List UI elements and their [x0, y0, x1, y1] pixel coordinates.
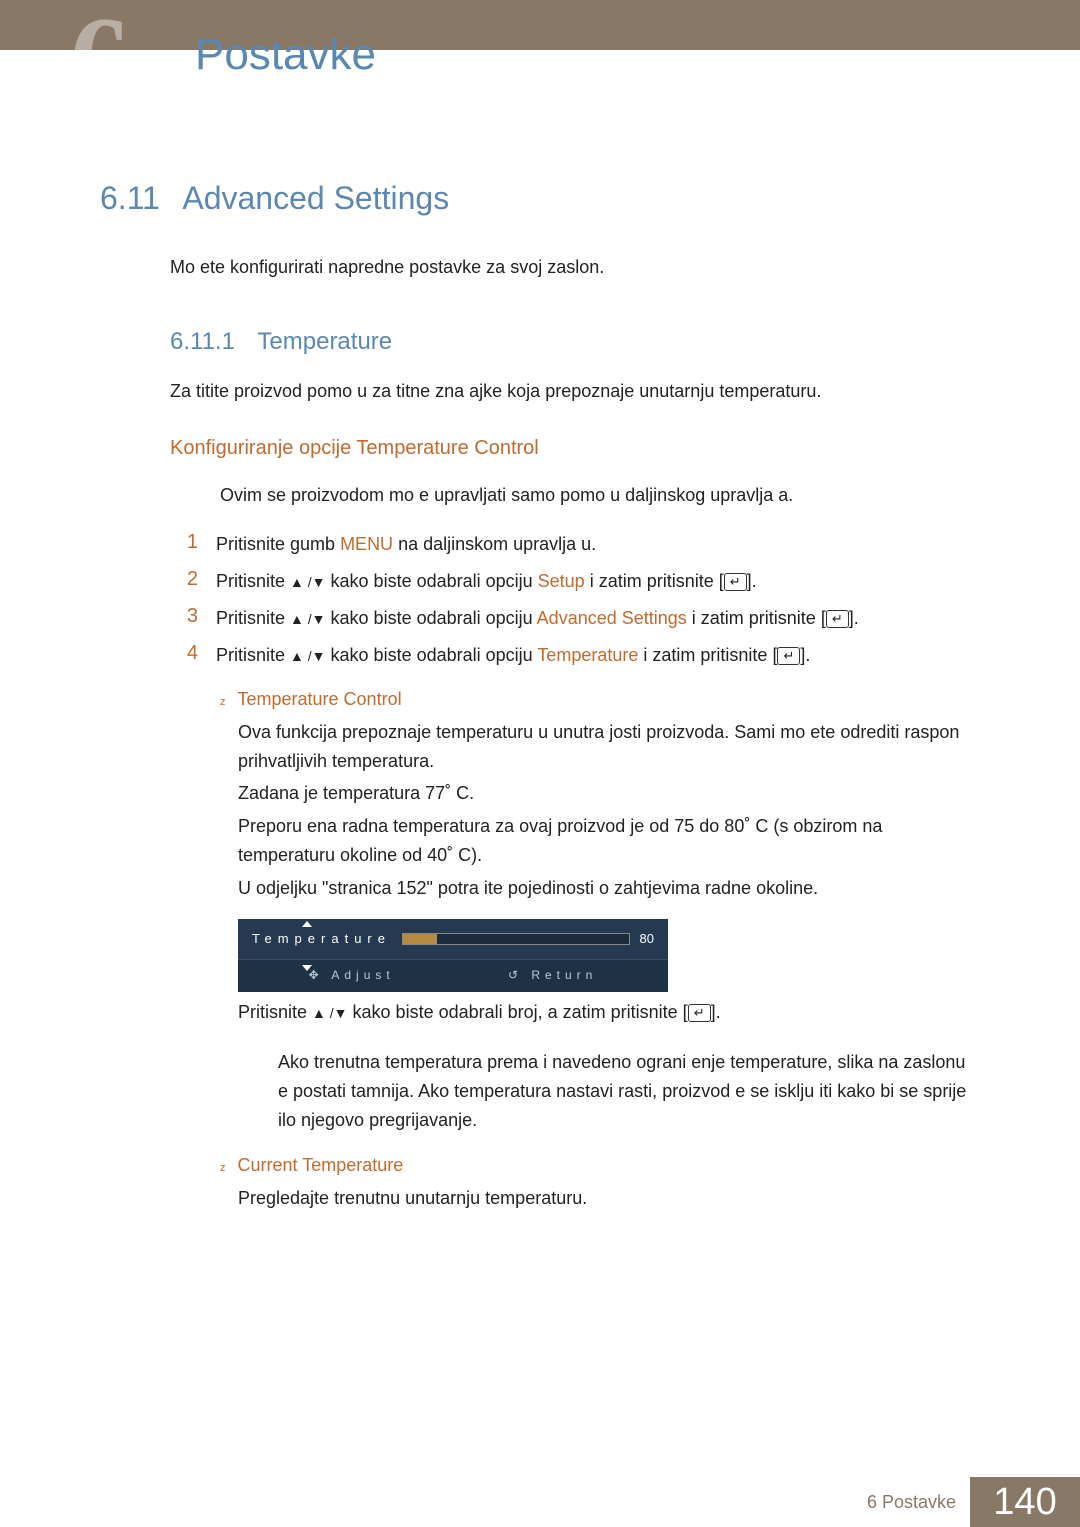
arrow-icons: ▲ /▼: [312, 1002, 348, 1024]
config-title: Konfiguriranje opcije Temperature Contro…: [170, 437, 980, 460]
osd-thumb: [403, 934, 437, 944]
step-text: Pritisnite: [216, 645, 290, 665]
bullet-text: Pregledajte trenutnu unutarnju temperatu…: [238, 1184, 980, 1213]
after-osd-text: Pritisnite ▲ /▼ kako biste odabrali broj…: [238, 998, 980, 1027]
chapter-number: 6: [70, 0, 130, 128]
footer-section: 6 Postavke: [0, 1477, 970, 1527]
osd-slider: 80: [402, 929, 654, 950]
arrow-icons: ▲ /▼: [290, 646, 326, 667]
triangle-up-icon: [302, 921, 312, 927]
step-text: i zatim pritisnite [: [585, 571, 724, 591]
step-text: Pritisnite gumb: [216, 534, 340, 554]
warning-text: Ako trenutna temperatura prema i naveden…: [278, 1048, 980, 1134]
step: 4 Pritisnite ▲ /▼ kako biste odabrali op…: [180, 642, 980, 669]
enter-icon: ↵: [826, 610, 849, 628]
step: 3 Pritisnite ▲ /▼ kako biste odabrali op…: [180, 605, 980, 632]
step-text: kako biste odabrali opciju: [326, 571, 538, 591]
osd-label: Temperature: [252, 929, 402, 950]
enter-icon: ↵: [688, 1004, 711, 1022]
page-title: Postavke: [195, 30, 376, 80]
osd-value: 80: [640, 929, 654, 950]
step-keyword: MENU: [340, 534, 393, 554]
section-intro: Mo ete konfigurirati napredne postavke z…: [170, 257, 980, 278]
subsection-title: Temperature: [257, 328, 392, 355]
subsection-number: 6.11.1: [170, 328, 235, 355]
arrow-icons: ▲ /▼: [290, 609, 326, 630]
step-text: ].: [800, 645, 810, 665]
bullet-title: Temperature Control: [238, 689, 402, 709]
step-text: ].: [747, 571, 757, 591]
footer: 6 Postavke 140: [0, 1477, 1080, 1527]
bullet-icon: z: [220, 696, 226, 708]
step: 2 Pritisnite ▲ /▼ kako biste odabrali op…: [180, 568, 980, 595]
header-bar: [0, 0, 1080, 50]
triangle-down-icon: [302, 965, 312, 971]
step-text: kako biste odabrali opciju: [326, 608, 537, 628]
osd-adjust: ✥ Adjust: [309, 966, 395, 985]
step-keyword: Advanced Settings: [537, 608, 687, 628]
steps-list: 1 Pritisnite gumb MENU na daljinskom upr…: [180, 531, 980, 1212]
bullet-icon: z: [220, 1162, 226, 1174]
section-number: 6.11: [100, 180, 160, 216]
bullet-title: Current Temperature: [238, 1155, 404, 1175]
step-text: ].: [849, 608, 859, 628]
arrow-icons: ▲ /▼: [290, 572, 326, 593]
osd-return: ↺ Return: [508, 966, 597, 985]
subsection-desc: Za titite proizvod pomo u za titne zna a…: [170, 381, 980, 402]
step-text: i zatim pritisnite [: [638, 645, 777, 665]
step-text: i zatim pritisnite [: [687, 608, 826, 628]
footer-page-number: 140: [970, 1477, 1080, 1527]
step-text: Pritisnite: [216, 571, 290, 591]
bullet-text: Zadana je temperatura 77˚ C.: [238, 779, 980, 808]
osd-screenshot: Temperature 80 ✥ Adjust ↺ Return: [238, 919, 668, 992]
step-number: 3: [180, 605, 198, 628]
step-text: na daljinskom upravlja u.: [393, 534, 596, 554]
config-note: Ovim se proizvodom mo e upravljati samo …: [220, 485, 980, 506]
step-keyword: Temperature: [537, 645, 638, 665]
bullet-text: Preporu ena radna temperatura za ovaj pr…: [238, 812, 980, 870]
subsection-heading: 6.11.1 Temperature: [170, 328, 980, 356]
step-number: 1: [180, 531, 198, 554]
bullet-text: Ova funkcija prepoznaje temperaturu u un…: [238, 718, 980, 776]
section-heading: 6.11 Advanced Settings: [100, 180, 980, 217]
bullet: z Temperature Control Ova funkcija prepoz…: [220, 685, 980, 1135]
bullet-text: U odjeljku "stranica 152" potra ite poje…: [238, 874, 980, 903]
step-number: 2: [180, 568, 198, 591]
enter-icon: ↵: [777, 647, 800, 665]
step-number: 4: [180, 642, 198, 665]
step-keyword: Setup: [538, 571, 585, 591]
osd-track: [402, 933, 630, 945]
section-title: Advanced Settings: [182, 180, 449, 216]
step-text: Pritisnite: [216, 608, 290, 628]
enter-icon: ↵: [724, 573, 747, 591]
step: 1 Pritisnite gumb MENU na daljinskom upr…: [180, 531, 980, 558]
bullet: z Current Temperature Pregledajte trenutn…: [220, 1151, 980, 1213]
step-text: kako biste odabrali opciju: [326, 645, 538, 665]
